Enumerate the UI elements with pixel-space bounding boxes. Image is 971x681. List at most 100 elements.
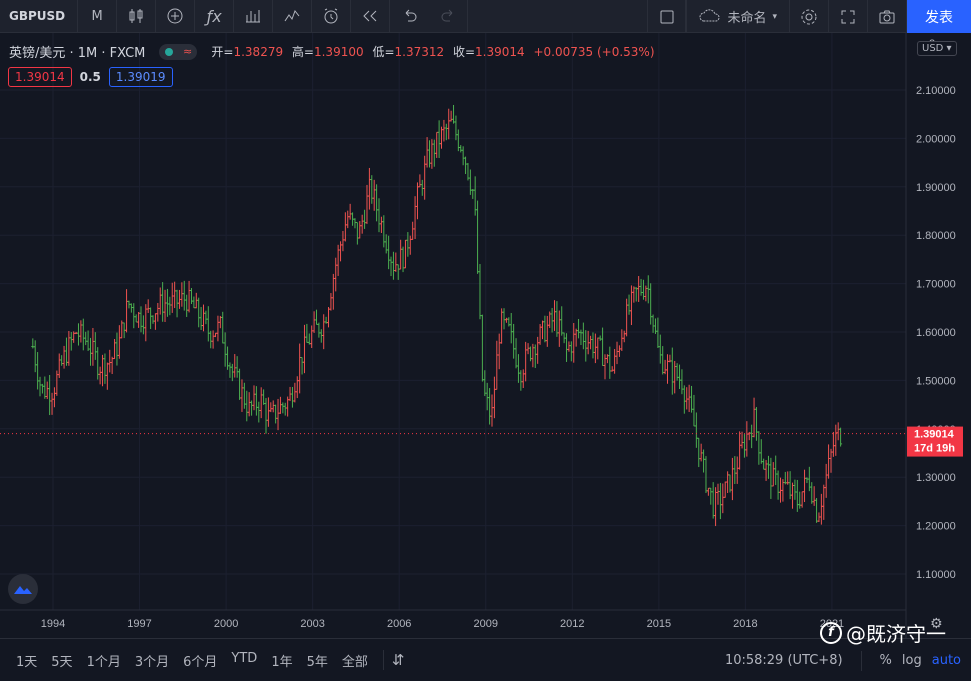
ohlc-bar [211, 330, 215, 349]
ohlc-bar [524, 341, 528, 382]
range-7[interactable]: 5年 [300, 651, 335, 670]
ohlc-bar [276, 398, 280, 431]
x-tick-2: 2000 [214, 618, 238, 630]
compare-icon[interactable] [273, 0, 313, 33]
range-4[interactable]: 6个月 [176, 651, 224, 670]
ohlc-bar [228, 362, 232, 378]
ohlc-bar [76, 323, 80, 346]
ohlc-bar [38, 376, 42, 397]
symbol-title[interactable]: 英镑/美元 · 1M · FXCM [9, 42, 145, 61]
publish-button[interactable]: 发表 [907, 0, 971, 33]
ohlc-bar [598, 335, 602, 341]
indicators-fx-icon[interactable]: ƒx [195, 0, 235, 33]
ohlc-bar [331, 273, 335, 310]
ohlc-bar [601, 327, 605, 367]
undo-icon[interactable] [390, 0, 429, 33]
range-2[interactable]: 1个月 [80, 651, 128, 670]
ohlc-bar [375, 184, 379, 222]
percent-toggle[interactable]: % [880, 653, 892, 668]
ohlc-bar [449, 110, 453, 122]
save-layout-button[interactable]: 未命名 ▾ [686, 0, 790, 33]
ohlc-bar [661, 346, 665, 375]
ohlc-bar [125, 289, 129, 333]
ohlc-bar [105, 362, 109, 390]
ohlc-bar [379, 216, 383, 233]
goto-date-icon[interactable]: ⇵ [392, 651, 405, 669]
add-indicator-icon[interactable] [156, 0, 196, 33]
ohlc-bar [103, 353, 107, 384]
range-1[interactable]: 5天 [44, 651, 79, 670]
time-axis: 1994 1997 2000 2003 2006 2009 2012 2015 2018 2021 [41, 618, 844, 630]
ohlc-bar [307, 333, 311, 345]
tradingview-logo-icon[interactable] [8, 574, 38, 604]
ohlc-bar [62, 345, 66, 369]
visibility-toggle[interactable]: ≈ [159, 43, 198, 60]
sell-button[interactable]: 1.39014 [8, 67, 72, 87]
x-tick-1: 1997 [127, 618, 151, 630]
log-toggle[interactable]: log [902, 653, 922, 668]
ohlc-bar [632, 286, 636, 303]
clock-time[interactable]: 10:58:29 (UTC+8) [725, 653, 843, 668]
ohlc-bar [769, 457, 773, 499]
ohlc-bar [415, 182, 419, 220]
range-3[interactable]: 3个月 [128, 651, 176, 670]
ohlc-bar [435, 131, 439, 158]
layout-square-icon[interactable] [647, 0, 687, 33]
ohlc-bar [555, 301, 559, 337]
ohlc-bar [300, 357, 304, 375]
ohlc-bar [637, 276, 641, 302]
y-tick-9: 1.20000 [916, 521, 956, 533]
range-6[interactable]: 1年 [264, 651, 299, 670]
ohlc-bar [617, 345, 621, 357]
ohlc-bar [752, 397, 756, 438]
y-tick-3: 1.80000 [916, 230, 956, 242]
ohlc-bar [685, 387, 689, 410]
ohlc-bar [91, 327, 95, 366]
ohlc-bar [577, 319, 581, 339]
ohlc-bar [247, 392, 251, 417]
ohlc-bar [721, 483, 725, 514]
watermark: f @既济守一 [820, 618, 946, 647]
ohlc-bar [793, 479, 797, 500]
redo-icon[interactable] [429, 0, 469, 33]
ohlc-bar [651, 314, 655, 333]
ohlc-bar [271, 400, 275, 413]
ohlc-bar [117, 325, 121, 359]
alert-clock-icon[interactable] [312, 0, 352, 33]
ohlc-bar [413, 196, 417, 239]
camera-icon[interactable] [868, 0, 907, 33]
ohlc-bar [629, 285, 633, 326]
ohlc-bar [79, 320, 83, 343]
fullscreen-icon[interactable] [829, 0, 868, 33]
ohlc-bar [360, 214, 364, 234]
ohlc-bar [738, 431, 742, 470]
ohlc-bar [557, 310, 561, 347]
ohlc-bar [437, 120, 441, 158]
ohlc-bar [240, 379, 244, 412]
candles-icon[interactable] [117, 0, 157, 33]
ohlc-bar [93, 332, 97, 360]
ohlc-bar [490, 394, 494, 427]
ohlc-bar [764, 460, 768, 481]
ohlc-bar [257, 401, 261, 423]
settings-gear-icon[interactable] [790, 0, 829, 33]
buy-button[interactable]: 1.39019 [108, 67, 173, 87]
bar-chart-icon[interactable] [234, 0, 274, 33]
chevron-down-icon: ▾ [772, 11, 777, 22]
range-0[interactable]: 1天 [0, 651, 44, 670]
ohlc-bar [690, 385, 694, 413]
ohlc-bar [163, 289, 167, 322]
ohlc-bar [170, 282, 174, 313]
price-chart[interactable]: 2.10000 2.00000 1.90000 1.80000 1.70000 1.600… [0, 33, 971, 638]
range-8[interactable]: 全部 [335, 651, 375, 670]
currency-selector[interactable]: USD ▾ [917, 41, 957, 56]
interval-button[interactable]: M [78, 0, 118, 33]
ohlc-bar [608, 346, 612, 379]
range-5[interactable]: YTD [224, 651, 264, 670]
ohlc-bar [221, 311, 225, 344]
y-tick-6: 1.50000 [916, 375, 956, 387]
auto-toggle[interactable]: auto [932, 653, 961, 668]
ohlc-bar [262, 389, 266, 405]
replay-icon[interactable] [351, 0, 391, 33]
symbol-search[interactable]: GBPUSD [0, 0, 79, 33]
